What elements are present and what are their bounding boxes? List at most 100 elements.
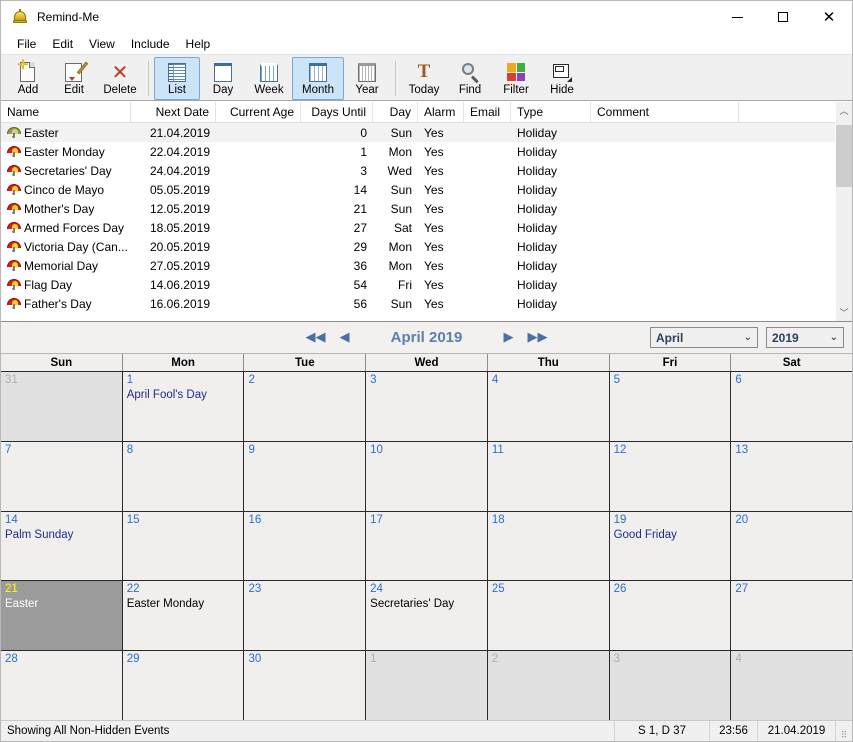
calendar-event-label[interactable]: Palm Sunday [5, 528, 118, 542]
scrollbar-track[interactable] [836, 119, 852, 304]
cell-text: Yes [424, 182, 444, 197]
year-select[interactable]: 2019 ⌄ [766, 327, 844, 348]
month-select[interactable]: April ⌄ [650, 327, 758, 348]
table-row[interactable]: Father's Day 16.06.2019 56 Sun Yes Holiday [1, 294, 835, 313]
menu-item-edit[interactable]: Edit [44, 35, 81, 53]
calendar-day-cell[interactable]: 15 [122, 511, 245, 581]
cell-text: Holiday [517, 258, 558, 273]
toolbar-button-month[interactable]: Month [292, 57, 344, 100]
calendar-day-cell[interactable]: 7 [1, 441, 123, 511]
table-row[interactable]: Victoria Day (Can... 20.05.2019 29 Mon Yes Ho… [1, 237, 835, 256]
calendar-day-cell[interactable]: 29 [122, 651, 245, 720]
calendar-day-cell[interactable]: 8 [122, 441, 245, 511]
table-row[interactable]: Flag Day 14.06.2019 54 Fri Yes Holiday [1, 275, 835, 294]
first-month-button[interactable]: ◀◀ [304, 331, 328, 344]
calendar-day-cell[interactable]: 3 [609, 651, 732, 720]
list-column-header[interactable]: Days Until [301, 102, 373, 122]
calendar-day-cell[interactable]: 11 [487, 441, 610, 511]
calendar-day-cell[interactable]: 14 Palm Sunday [1, 511, 123, 581]
calendar-day-number: 2 [491, 653, 499, 666]
calendar-day-cell[interactable]: 20 [731, 511, 853, 581]
table-row[interactable]: Easter 21.04.2019 0 Sun Yes Holiday [1, 123, 835, 142]
resize-grip-icon[interactable]: ⠿ [836, 721, 852, 741]
umbrella-icon [7, 202, 21, 215]
calendar-day-cell[interactable]: 22 Easter Monday [122, 581, 245, 651]
list-column-header[interactable]: Email [464, 102, 511, 122]
list-column-header[interactable]: Name [1, 102, 131, 122]
calendar-day-cell[interactable]: 13 [731, 441, 853, 511]
close-button[interactable]: ✕ [806, 1, 852, 34]
toolbar-button-today[interactable]: T Today [401, 57, 447, 100]
table-row[interactable]: Secretaries' Day 24.04.2019 3 Wed Yes Holiday [1, 161, 835, 180]
calendar-day-cell[interactable]: 19 Good Friday [609, 511, 732, 581]
list-column-header[interactable]: Type [511, 102, 591, 122]
scroll-down-arrow-icon[interactable]: ﹀ [836, 304, 852, 321]
calendar-day-cell[interactable]: 5 [609, 372, 732, 441]
toolbar-button-hide[interactable]: Hide [539, 57, 585, 100]
calendar-day-cell[interactable]: 4 [487, 372, 610, 441]
previous-month-button[interactable]: ◀ [338, 331, 352, 344]
table-row[interactable]: Cinco de Mayo 05.05.2019 14 Sun Yes Holiday [1, 180, 835, 199]
table-row[interactable]: Memorial Day 27.05.2019 36 Mon Yes Holiday [1, 256, 835, 275]
toolbar-button-week[interactable]: Week [246, 57, 292, 100]
calendar-day-cell[interactable]: 3 [366, 372, 488, 441]
last-month-button[interactable]: ▶▶ [526, 331, 550, 344]
list-column-header[interactable]: Current Age [216, 102, 301, 122]
calendar-day-cell[interactable]: 31 [1, 372, 123, 441]
calendar-title: April 2019 [390, 329, 463, 346]
toolbar-label-delete: Delete [103, 84, 137, 96]
table-row[interactable]: Mother's Day 12.05.2019 21 Sun Yes Holiday [1, 199, 835, 218]
menu-item-help[interactable]: Help [178, 35, 219, 53]
next-month-button[interactable]: ▶ [502, 331, 516, 344]
list-column-header[interactable]: Comment [591, 102, 739, 122]
cell-text: 24.04.2019 [149, 163, 210, 178]
calendar-day-cell[interactable]: 24 Secretaries' Day [366, 581, 488, 651]
calendar-day-cell[interactable]: 30 [244, 651, 367, 720]
table-row[interactable]: Armed Forces Day 18.05.2019 27 Sat Yes Holida… [1, 218, 835, 237]
calendar-day-cell[interactable]: 28 [1, 651, 123, 720]
toolbar-button-add[interactable]: ✛ Add [5, 57, 51, 100]
toolbar-button-find[interactable]: Find [447, 57, 493, 100]
calendar-day-cell[interactable]: 6 [731, 372, 853, 441]
calendar-day-cell[interactable]: 27 [731, 581, 853, 651]
minimize-button[interactable] [714, 1, 760, 34]
menu-item-file[interactable]: File [9, 35, 44, 53]
calendar-day-cell[interactable]: 21 Easter [1, 581, 123, 651]
toolbar-button-filter[interactable]: Filter [493, 57, 539, 100]
calendar-day-cell[interactable]: 17 [366, 511, 488, 581]
calendar-event-label[interactable]: Good Friday [614, 528, 727, 542]
calendar-day-cell[interactable]: 1 April Fool's Day [122, 372, 245, 441]
toolbar-button-edit[interactable]: Edit [51, 57, 97, 100]
toolbar-button-delete[interactable]: ✕ Delete [97, 57, 143, 100]
list-column-header[interactable]: ˄ Next Date [131, 102, 216, 122]
calendar-day-cell[interactable]: 2 [244, 372, 367, 441]
maximize-button[interactable] [760, 1, 806, 34]
calendar-day-cell[interactable]: 1 [366, 651, 488, 720]
calendar-day-cell[interactable]: 16 [244, 511, 367, 581]
calendar-day-cell[interactable]: 10 [366, 441, 488, 511]
calendar-day-cell[interactable]: 4 [731, 651, 853, 720]
scrollbar-thumb[interactable] [836, 125, 852, 187]
calendar-day-cell[interactable]: 25 [487, 581, 610, 651]
list-column-header[interactable]: Day [373, 102, 418, 122]
calendar-event-label[interactable]: Secretaries' Day [370, 597, 483, 611]
toolbar-label-month: Month [302, 84, 334, 96]
toolbar-button-day[interactable]: Day [200, 57, 246, 100]
calendar-event-label[interactable]: April Fool's Day [127, 388, 240, 402]
calendar-day-cell[interactable]: 26 [609, 581, 732, 651]
calendar-day-cell[interactable]: 23 [244, 581, 367, 651]
menu-item-view[interactable]: View [81, 35, 123, 53]
table-row[interactable]: Easter Monday 22.04.2019 1 Mon Yes Holiday [1, 142, 835, 161]
list-column-header[interactable]: Alarm [418, 102, 464, 122]
calendar-event-label[interactable]: Easter [5, 597, 118, 611]
toolbar-button-year[interactable]: Year [344, 57, 390, 100]
calendar-day-cell[interactable]: 12 [609, 441, 732, 511]
calendar-day-cell[interactable]: 2 [487, 651, 610, 720]
toolbar-button-list[interactable]: List [154, 57, 200, 100]
calendar-event-label[interactable]: Easter Monday [127, 597, 240, 611]
scroll-up-arrow-icon[interactable]: ︿ [836, 102, 852, 119]
calendar-day-cell[interactable]: 9 [244, 441, 367, 511]
calendar-day-cell[interactable]: 18 [487, 511, 610, 581]
list-vertical-scrollbar[interactable]: ︿ ﹀ [835, 102, 852, 321]
menu-item-include[interactable]: Include [123, 35, 178, 53]
